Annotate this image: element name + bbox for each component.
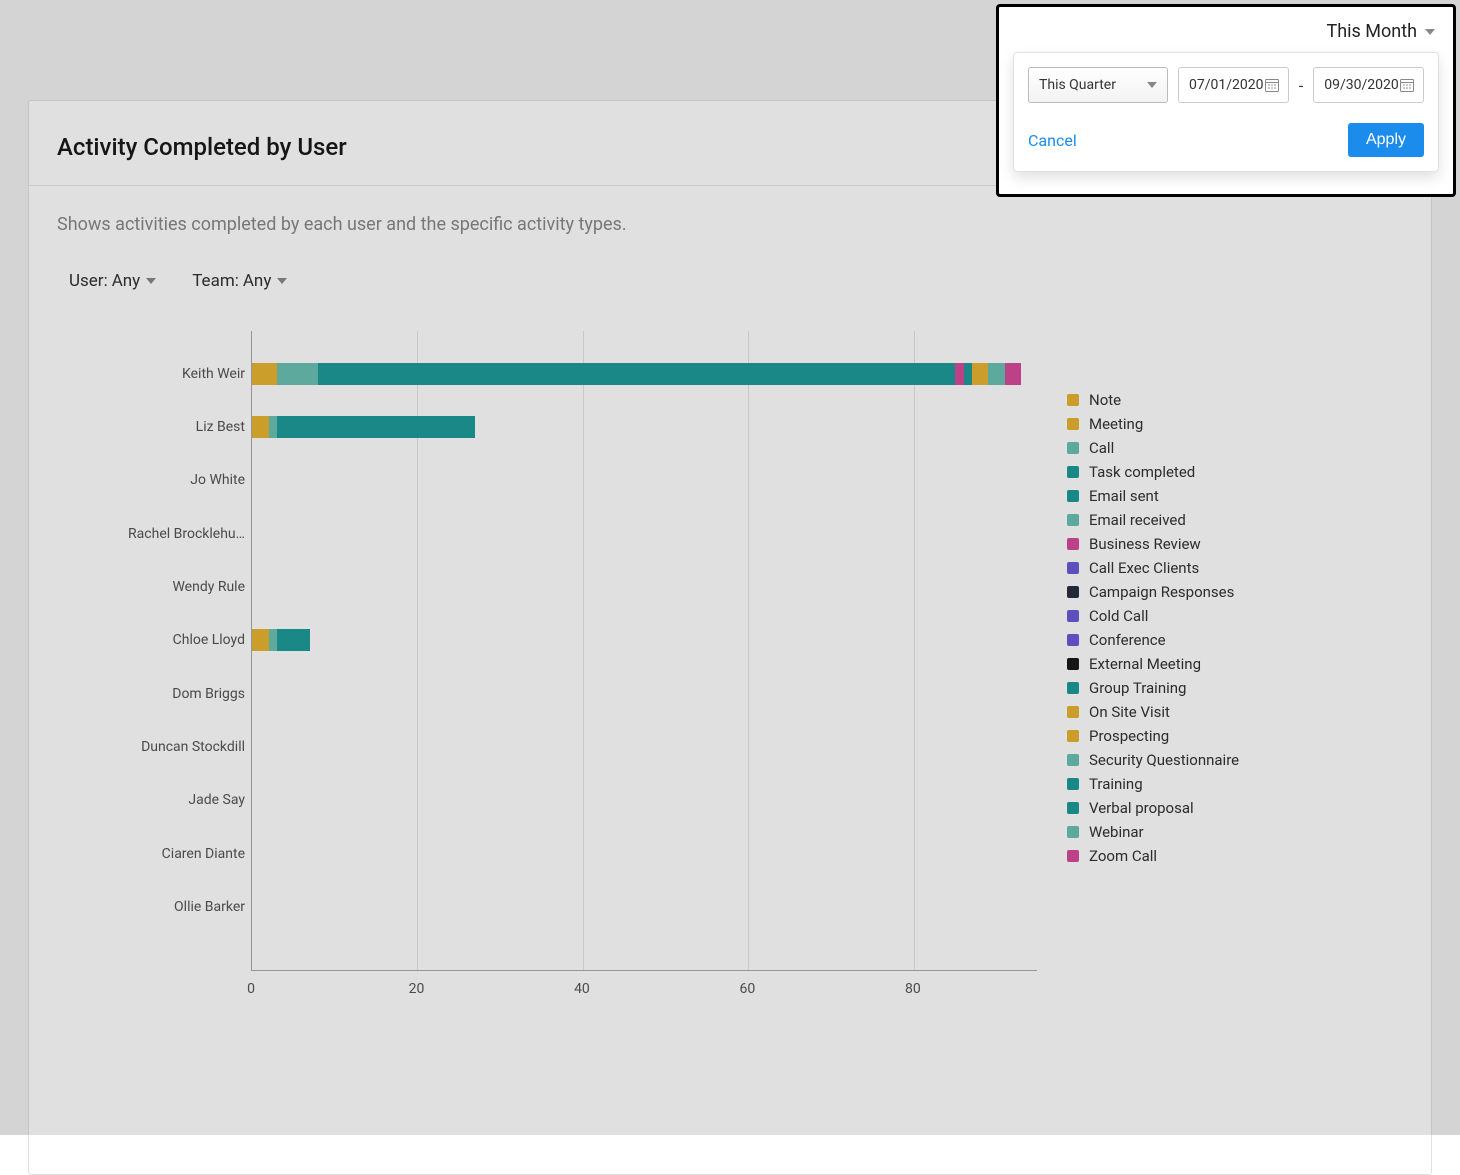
chevron-down-icon: [1147, 82, 1157, 88]
cancel-button[interactable]: Cancel: [1028, 131, 1077, 150]
date-preset-select[interactable]: This Quarter: [1028, 67, 1168, 103]
date-start-value: 07/01/2020: [1189, 77, 1264, 93]
apply-button[interactable]: Apply: [1348, 123, 1424, 157]
calendar-icon: [1264, 77, 1280, 93]
date-range-popover: This Month This Quarter 07/01/2020 - 09/…: [996, 4, 1456, 197]
date-start-input[interactable]: 07/01/2020: [1178, 67, 1289, 103]
date-preset-value: This Quarter: [1039, 77, 1116, 93]
date-range-separator: -: [1299, 76, 1303, 95]
date-range-row: This Quarter 07/01/2020 - 09/30/2020: [1028, 67, 1424, 103]
date-range-actions: Cancel Apply: [1028, 123, 1424, 157]
date-range-header[interactable]: This Month: [999, 7, 1453, 52]
date-end-input[interactable]: 09/30/2020: [1313, 67, 1424, 103]
date-range-body: This Quarter 07/01/2020 - 09/30/2020 Can…: [1013, 52, 1439, 172]
date-range-header-label: This Month: [1326, 21, 1417, 42]
calendar-icon: [1399, 77, 1415, 93]
date-end-value: 09/30/2020: [1324, 77, 1399, 93]
chevron-down-icon: [1425, 29, 1435, 35]
